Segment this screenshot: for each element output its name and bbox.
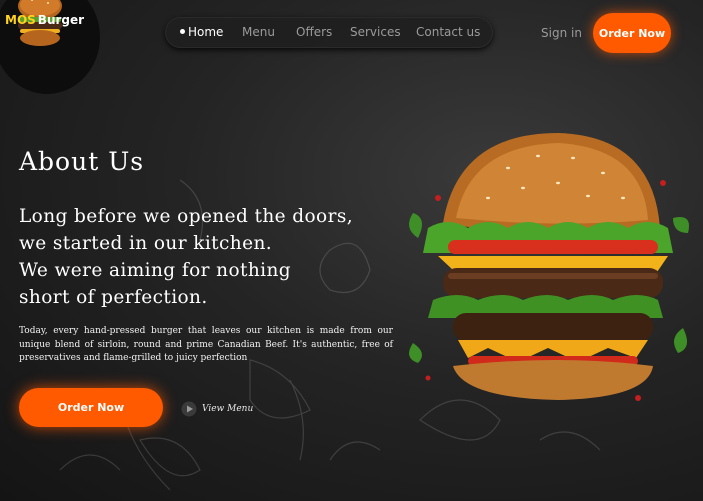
nav-item-services[interactable]: Services (350, 25, 401, 39)
page-title: About Us (19, 147, 145, 176)
tagline-line: We were aiming for nothing (19, 260, 292, 281)
tagline-line: short of perfection. (19, 287, 208, 308)
nav-item-offers[interactable]: Offers (296, 25, 332, 39)
active-indicator-icon (180, 29, 185, 34)
view-menu-link[interactable]: View Menu (181, 401, 253, 417)
main-nav: Home Menu Offers Services Contact us (165, 17, 493, 48)
nav-item-label: Home (188, 25, 224, 39)
logo-text-mos: MOS (5, 13, 36, 27)
hero-description: Today, every hand-pressed burger that le… (19, 326, 393, 363)
view-menu-label: View Menu (202, 404, 254, 414)
sign-in-link[interactable]: Sign in (541, 26, 582, 40)
nav-item-home[interactable]: Home (180, 25, 223, 39)
logo-text-burger: Burger (37, 13, 85, 27)
order-now-button-header[interactable]: Order Now (593, 13, 671, 53)
burger-image (409, 133, 689, 401)
nav-item-label: Offers (296, 25, 333, 39)
tagline-line: Long before we opened the doors, (19, 206, 354, 227)
hero-tagline: Long before we opened the doors, we star… (19, 203, 353, 311)
logo[interactable]: MOS Burger (0, 0, 100, 94)
nav-item-label: Services (350, 25, 401, 39)
nav-item-label: Menu (242, 25, 275, 39)
nav-item-menu[interactable]: Menu (242, 25, 275, 39)
play-icon (181, 401, 197, 417)
tagline-line: we started in our kitchen. (19, 233, 273, 254)
order-now-button[interactable]: Order Now (19, 388, 163, 427)
nav-item-contact-us[interactable]: Contact us (416, 25, 480, 39)
logo-text: MOS Burger (5, 13, 84, 27)
nav-item-label: Contact us (416, 25, 481, 39)
